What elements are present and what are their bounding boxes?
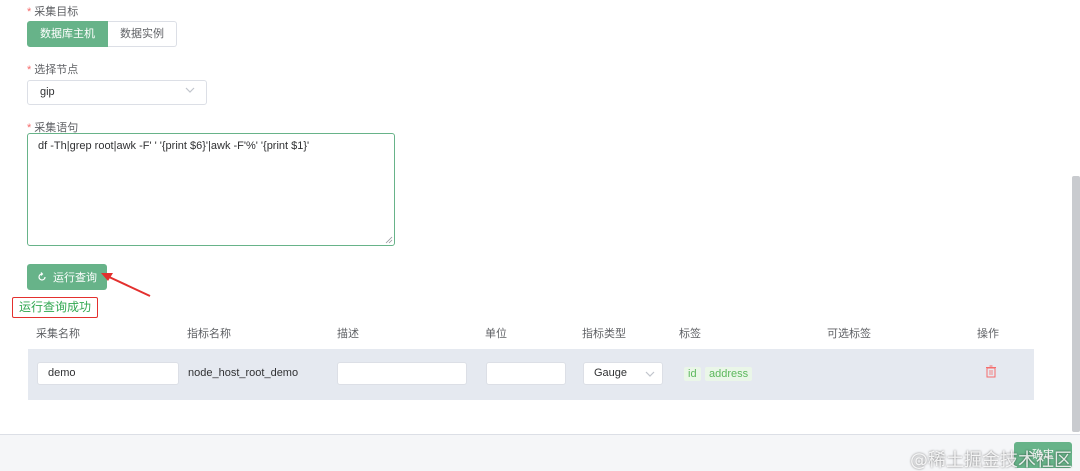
metric-name-text: node_host_root_demo — [188, 367, 299, 379]
trash-icon[interactable] — [985, 365, 997, 378]
header-description: 描述 — [337, 328, 359, 340]
target-option-data-instance[interactable]: 数据实例 — [108, 21, 177, 47]
resize-handle-icon[interactable] — [385, 236, 393, 244]
metrics-table-header: 采集名称 指标名称 描述 单位 指标类型 标签 可选标签 操作 — [28, 322, 1034, 342]
node-select-value: gip — [40, 86, 55, 98]
tag-address: address — [705, 367, 753, 381]
header-unit: 单位 — [485, 328, 507, 340]
target-segmented-control: 数据库主机 数据实例 — [27, 21, 177, 47]
metric-type-select[interactable]: Gauge — [583, 362, 663, 385]
target-label: 采集目标 — [34, 6, 79, 18]
watermark: @稀土掘金技术社区 — [910, 450, 1072, 471]
collect-name-input[interactable]: demo — [37, 362, 179, 385]
statement-textarea[interactable]: df -Th|grep root|awk -F' ' '{print $6}'|… — [27, 133, 395, 246]
annotation-arrow-icon — [101, 273, 151, 297]
description-input[interactable] — [337, 362, 467, 385]
statement-text: df -Th|grep root|awk -F' ' '{print $6}'|… — [38, 140, 310, 152]
unit-input[interactable] — [486, 362, 566, 385]
node-select[interactable]: gip — [27, 80, 207, 105]
collect-name-value: demo — [48, 367, 76, 379]
header-actions: 操作 — [977, 328, 999, 340]
run-status-message: 运行查询成功 — [12, 297, 99, 318]
table-row: demo node_host_root_demo Gauge id addres… — [28, 349, 1034, 400]
run-query-label: 运行查询 — [53, 272, 97, 284]
vertical-scrollbar[interactable] — [1072, 176, 1080, 432]
tag-id: id — [684, 367, 701, 381]
refresh-icon — [38, 272, 46, 281]
header-metric-name: 指标名称 — [187, 328, 231, 340]
header-tags: 标签 — [679, 328, 701, 340]
chevron-down-icon — [185, 87, 195, 93]
node-label-row: * 选择节点 — [27, 61, 78, 77]
required-mark: * — [27, 6, 32, 18]
header-metric-type: 指标类型 — [582, 328, 626, 340]
target-label-row: * 采集目标 — [27, 3, 78, 19]
node-label: 选择节点 — [34, 64, 79, 76]
target-option-db-host[interactable]: 数据库主机 — [27, 21, 108, 47]
metric-type-value: Gauge — [594, 367, 628, 379]
chevron-down-icon — [645, 371, 655, 377]
header-optional-tags: 可选标签 — [827, 328, 871, 340]
required-mark: * — [27, 64, 32, 76]
collection-config-form: * 采集目标 数据库主机 数据实例 * 选择节点 gip * 采集语句 df -Th|… — [0, 0, 1080, 471]
header-collect-name: 采集名称 — [36, 328, 80, 340]
